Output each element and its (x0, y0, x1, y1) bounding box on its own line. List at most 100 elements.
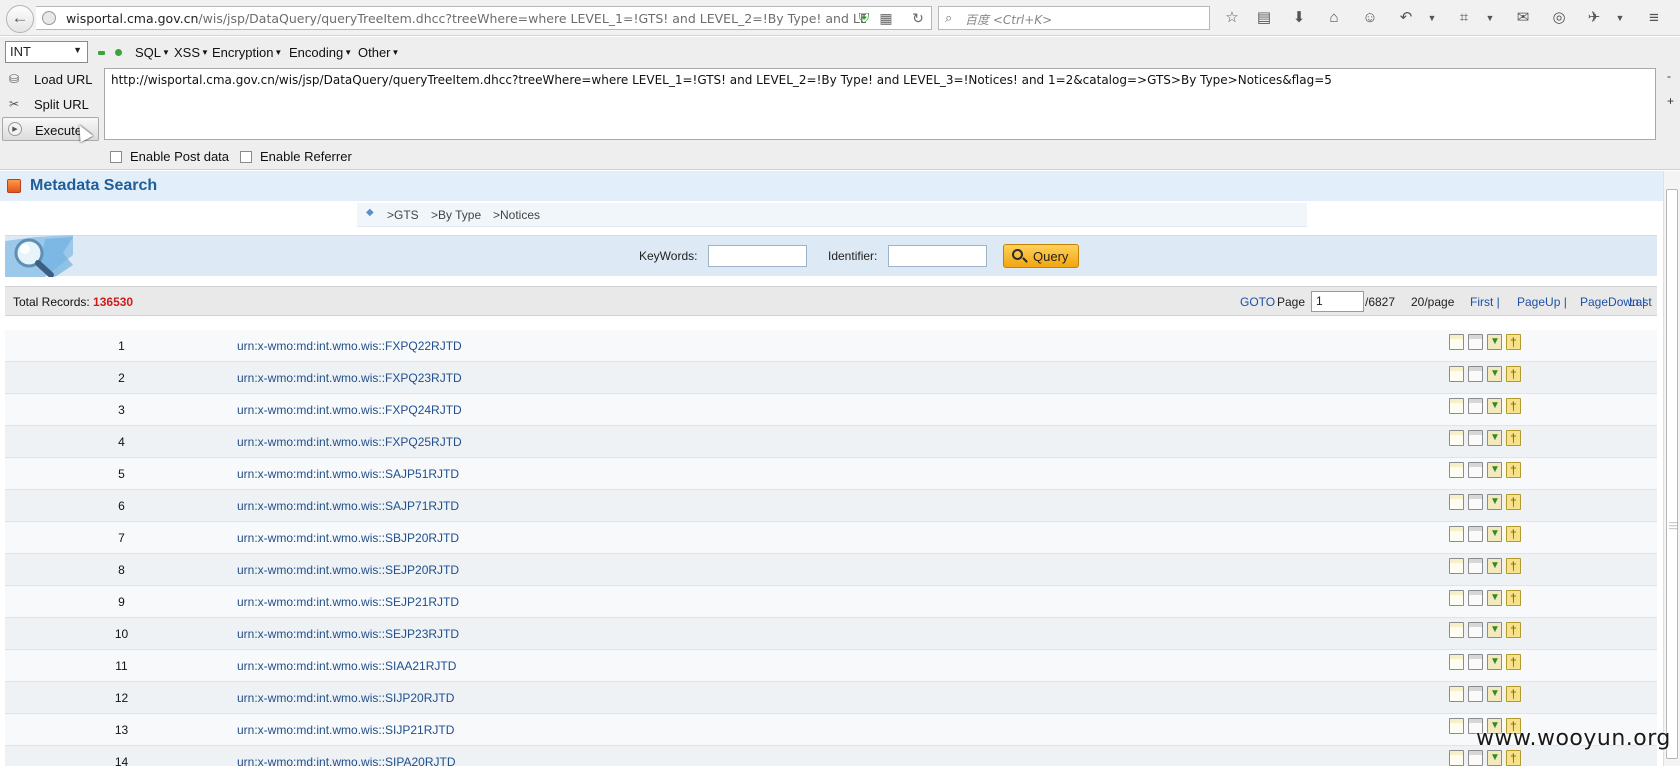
shrink-button[interactable]: - (1667, 69, 1671, 83)
download-icon[interactable] (1487, 590, 1502, 606)
menu-other[interactable]: Other▼ (358, 45, 399, 60)
message-icon[interactable]: ✉ (1513, 8, 1533, 28)
chevron-down-icon[interactable]: ▼ (1422, 8, 1442, 28)
record-link[interactable]: urn:x-wmo:md:int.wmo.wis::FXPQ22RJTD (237, 339, 462, 353)
expand-button[interactable]: + (1667, 94, 1674, 108)
reload-icon[interactable]: ↻ (910, 10, 926, 26)
address-text[interactable]: wisportal.cma.gov.cn/wis/jsp/DataQuery/q… (66, 11, 866, 26)
subscribe-icon[interactable] (1506, 462, 1521, 478)
record-link[interactable]: urn:x-wmo:md:int.wmo.wis::SIJP21RJTD (237, 723, 454, 737)
undo-icon[interactable]: ↶ (1396, 8, 1416, 28)
scrollbar-thumb[interactable] (1666, 189, 1678, 759)
record-link[interactable]: urn:x-wmo:md:int.wmo.wis::FXPQ23RJTD (237, 371, 462, 385)
view-icon[interactable] (1449, 398, 1464, 414)
subscribe-icon[interactable] (1506, 334, 1521, 350)
record-link[interactable]: urn:x-wmo:md:int.wmo.wis::SIPA20RJTD (237, 755, 456, 766)
download-icon[interactable] (1487, 686, 1502, 702)
breadcrumb-gts[interactable]: >GTS (387, 208, 419, 222)
page-number-input[interactable]: 1 (1311, 291, 1364, 312)
last-page-link[interactable]: Last (1629, 295, 1652, 309)
home-icon[interactable]: ⌂ (1324, 8, 1344, 28)
address-bar[interactable]: wisportal.cma.gov.cn/wis/jsp/DataQuery/q… (36, 6, 932, 30)
record-link[interactable]: urn:x-wmo:md:int.wmo.wis::SAJP71RJTD (237, 499, 459, 513)
subscribe-icon[interactable] (1506, 654, 1521, 670)
menu-icon[interactable]: ≡ (1644, 8, 1664, 28)
menu-encryption[interactable]: Encryption▼ (212, 45, 282, 60)
download-icon[interactable] (1487, 366, 1502, 382)
back-button[interactable]: ← (6, 5, 34, 33)
first-page-link[interactable]: First | (1470, 295, 1500, 309)
download-icon[interactable] (1487, 398, 1502, 414)
extension-icon[interactable]: ✈ (1584, 8, 1604, 28)
record-link[interactable]: urn:x-wmo:md:int.wmo.wis::SIJP20RJTD (237, 691, 454, 705)
detail-icon[interactable] (1468, 590, 1483, 606)
page-scrollbar[interactable]: — — — (1663, 171, 1680, 766)
record-link[interactable]: urn:x-wmo:md:int.wmo.wis::SIAA21RJTD (237, 659, 456, 673)
subscribe-icon[interactable] (1506, 590, 1521, 606)
detail-icon[interactable] (1468, 366, 1483, 382)
view-icon[interactable] (1449, 494, 1464, 510)
load-url-button[interactable]: ⛁ Load URL (2, 67, 99, 91)
detail-icon[interactable] (1468, 686, 1483, 702)
record-link[interactable]: urn:x-wmo:md:int.wmo.wis::FXPQ25RJTD (237, 435, 462, 449)
goto-link[interactable]: GOTO (1240, 295, 1275, 309)
hackbar-url-textarea[interactable]: http://wisportal.cma.gov.cn/wis/jsp/Data… (104, 68, 1656, 140)
subscribe-icon[interactable] (1506, 622, 1521, 638)
detail-icon[interactable] (1468, 526, 1483, 542)
subscribe-icon[interactable] (1506, 398, 1521, 414)
subscribe-icon[interactable] (1506, 366, 1521, 382)
download-icon[interactable] (1487, 334, 1502, 350)
chevron-down-icon[interactable]: ▼ (1480, 8, 1500, 28)
enable-referrer-checkbox[interactable]: Enable Referrer (240, 149, 352, 164)
globe-icon[interactable]: ◎ (1549, 8, 1569, 28)
download-icon[interactable]: ⬇ (1289, 8, 1309, 28)
detail-icon[interactable] (1468, 398, 1483, 414)
detail-icon[interactable] (1468, 494, 1483, 510)
view-icon[interactable] (1449, 430, 1464, 446)
view-icon[interactable] (1449, 526, 1464, 542)
site-identity-icon[interactable] (42, 11, 56, 25)
download-icon[interactable] (1487, 622, 1502, 638)
checkbox-box[interactable] (110, 151, 122, 163)
detail-icon[interactable] (1468, 622, 1483, 638)
search-bar[interactable]: ⌕ 百度 <Ctrl+K> (938, 6, 1210, 30)
identifier-input[interactable] (888, 245, 987, 267)
record-link[interactable]: urn:x-wmo:md:int.wmo.wis::SEJP21RJTD (237, 595, 459, 609)
enable-post-checkbox[interactable]: Enable Post data (110, 149, 229, 164)
chevron-down-icon[interactable]: ▼ (1610, 8, 1630, 28)
subscribe-icon[interactable] (1506, 494, 1521, 510)
view-icon[interactable] (1449, 750, 1464, 766)
breadcrumb-by-type[interactable]: >By Type (431, 208, 481, 222)
minus-icon[interactable] (98, 51, 105, 55)
view-icon[interactable] (1449, 686, 1464, 702)
checkbox-box[interactable] (240, 151, 252, 163)
record-link[interactable]: urn:x-wmo:md:int.wmo.wis::SEJP20RJTD (237, 563, 459, 577)
split-url-button[interactable]: ✂ Split URL (2, 92, 99, 116)
view-icon[interactable] (1449, 622, 1464, 638)
view-icon[interactable] (1449, 366, 1464, 382)
download-icon[interactable] (1487, 526, 1502, 542)
subscribe-icon[interactable] (1506, 750, 1521, 766)
keywords-input[interactable] (708, 245, 807, 267)
subscribe-icon[interactable] (1506, 430, 1521, 446)
record-link[interactable]: urn:x-wmo:md:int.wmo.wis::SAJP51RJTD (237, 467, 459, 481)
download-icon[interactable] (1487, 494, 1502, 510)
download-icon[interactable] (1487, 558, 1502, 574)
detail-icon[interactable] (1468, 654, 1483, 670)
page-up-link[interactable]: PageUp | (1517, 295, 1567, 309)
subscribe-icon[interactable] (1506, 526, 1521, 542)
crop-icon[interactable]: ⌗ (1454, 8, 1474, 28)
detail-icon[interactable] (1468, 750, 1483, 766)
menu-xss[interactable]: XSS▼ (174, 45, 209, 60)
subscribe-icon[interactable] (1506, 558, 1521, 574)
breadcrumb-notices[interactable]: >Notices (493, 208, 540, 222)
download-icon[interactable] (1487, 750, 1502, 766)
bookmark-star-icon[interactable]: ☆ (1222, 8, 1242, 28)
subscribe-icon[interactable] (1506, 686, 1521, 702)
plus-icon[interactable] (115, 49, 122, 56)
view-icon[interactable] (1449, 590, 1464, 606)
record-link[interactable]: urn:x-wmo:md:int.wmo.wis::SBJP20RJTD (237, 531, 459, 545)
detail-icon[interactable] (1468, 430, 1483, 446)
query-button[interactable]: Query (1003, 244, 1079, 268)
hackbar-select[interactable]: INT ▼ (5, 41, 88, 63)
